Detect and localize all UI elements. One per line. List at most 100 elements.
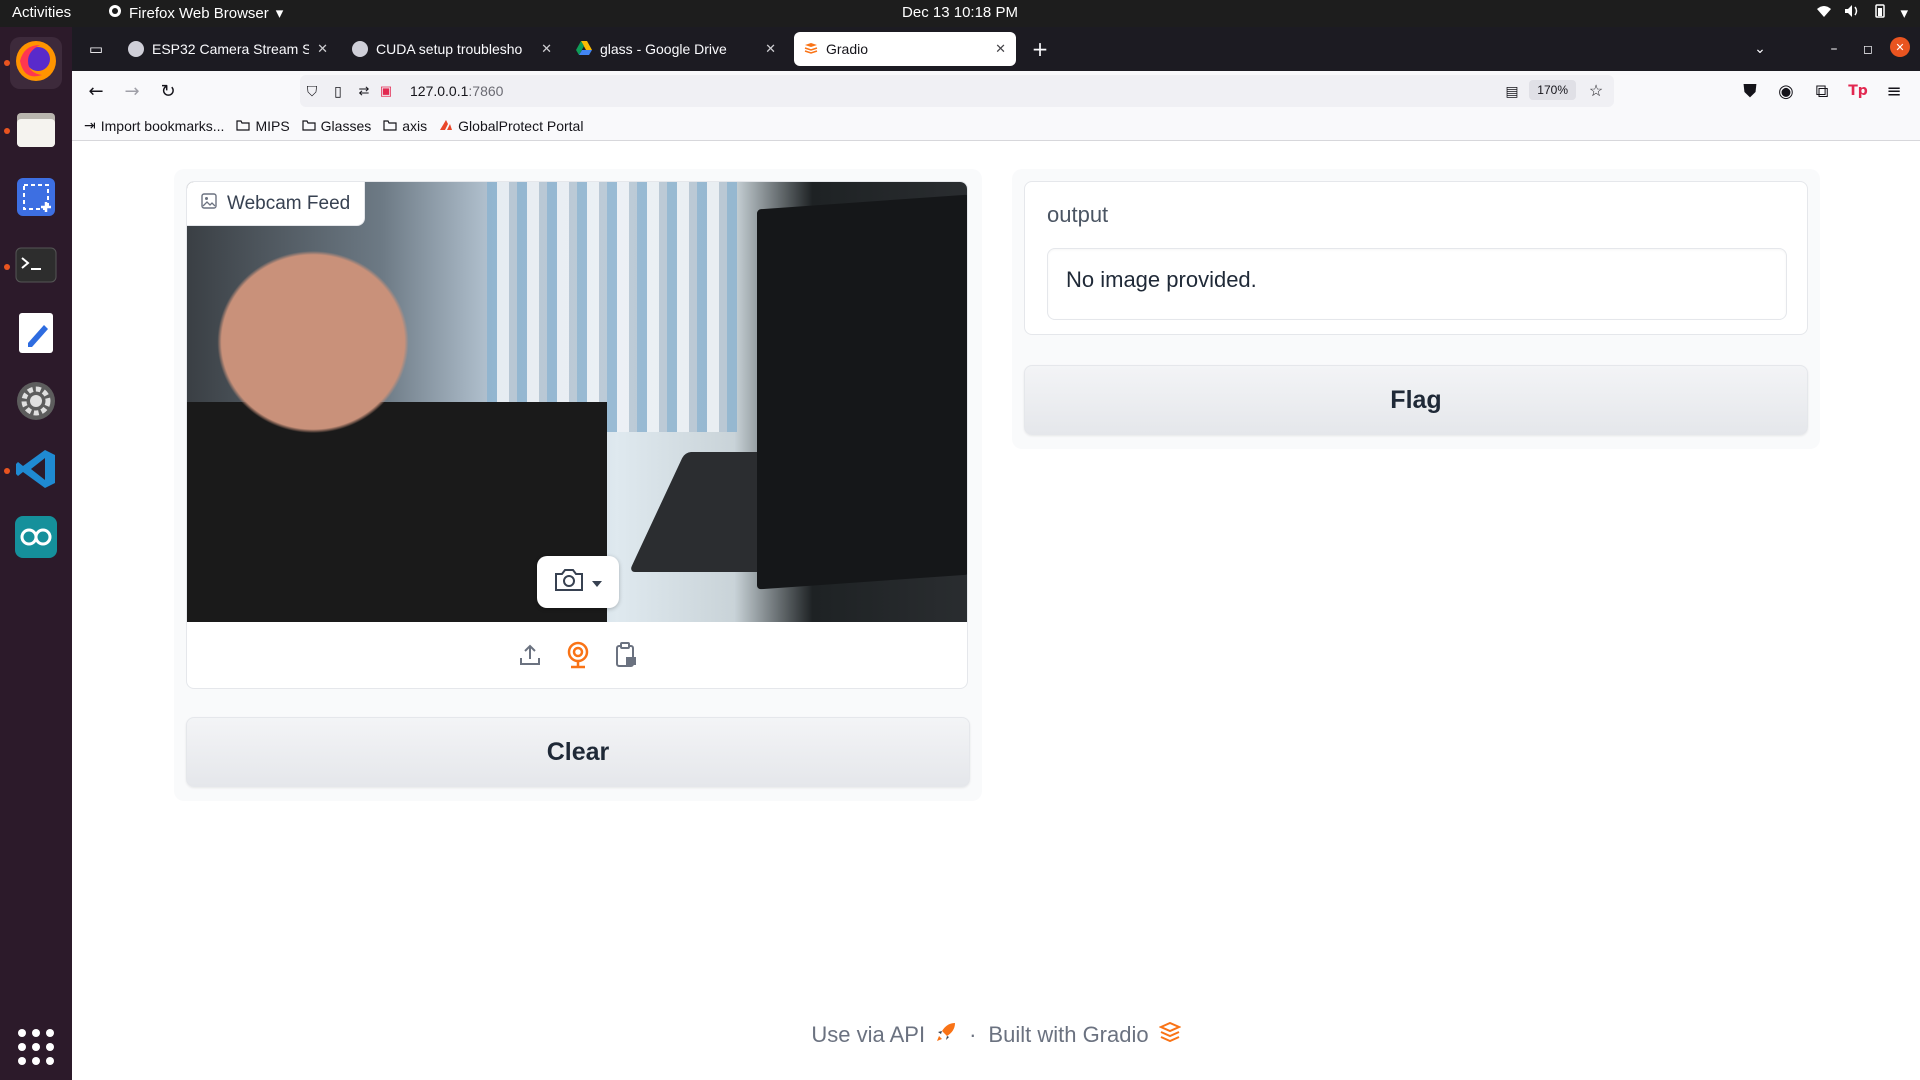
google-drive-icon — [576, 40, 592, 58]
close-window-icon[interactable]: ✕ — [1890, 37, 1910, 57]
list-tabs-icon[interactable]: ⌄ — [1748, 37, 1772, 61]
running-indicator — [4, 128, 10, 134]
system-top-bar: Activities Firefox Web Browser ▾ Dec 13 … — [0, 0, 1920, 27]
bookmark-star-icon[interactable]: ☆ — [1584, 79, 1608, 103]
clipboard-icon[interactable] — [612, 641, 640, 669]
capture-button[interactable] — [537, 556, 619, 608]
dock-arduino[interactable] — [10, 513, 62, 565]
close-icon[interactable]: ✕ — [317, 41, 328, 57]
output-textbox[interactable]: No image provided. — [1047, 248, 1787, 320]
footer: Use via API · Built with Gradio — [72, 1021, 1920, 1049]
app-menu-label: Firefox Web Browser — [129, 4, 269, 22]
monitor — [757, 194, 967, 590]
url-bar[interactable]: ⛉ ▯ ⇄ ▣ 127.0.0.1:7860 ▤ 170% ☆ — [300, 75, 1614, 107]
maximize-icon[interactable]: ◻ — [1856, 37, 1880, 61]
tab-title: Gradio — [826, 41, 869, 57]
new-tab-icon[interactable]: + — [1028, 37, 1052, 61]
app-menu[interactable]: Firefox Web Browser ▾ — [108, 4, 283, 22]
clear-button[interactable]: Clear — [186, 717, 970, 787]
image-icon — [201, 192, 217, 215]
use-via-api-link[interactable]: Use via API — [811, 1021, 957, 1049]
dock-firefox[interactable] — [10, 37, 62, 89]
source-selector — [187, 622, 967, 688]
permissions-icon[interactable]: ⇄ — [352, 79, 376, 103]
dock-settings[interactable] — [10, 377, 62, 429]
tab-title: CUDA setup troublesho — [376, 41, 523, 57]
gradio-page: Webcam Feed Clear output No image provid… — [72, 141, 1920, 1080]
bookmark-glasses[interactable]: Glasses — [302, 117, 372, 134]
bookmark-globalprotect[interactable]: GlobalProtect Portal — [439, 118, 583, 134]
webcam-icon[interactable] — [564, 641, 592, 669]
tab-cuda[interactable]: CUDA setup troublesho ✕ — [342, 32, 562, 66]
reload-icon[interactable]: ↻ — [156, 79, 180, 103]
terminal-icon — [15, 247, 57, 287]
chevron-down-icon[interactable] — [591, 573, 603, 592]
volume-icon — [1844, 4, 1860, 22]
webcam-image-block: Webcam Feed — [186, 181, 968, 689]
firefox-small-icon — [108, 4, 122, 22]
wifi-icon — [1816, 4, 1832, 22]
folder-icon — [236, 118, 251, 134]
arduino-icon — [14, 515, 58, 563]
close-icon[interactable]: ✕ — [765, 41, 776, 57]
bookmark-mips[interactable]: MIPS — [236, 117, 290, 134]
dock-screenshot[interactable] — [10, 173, 62, 225]
bookmark-axis[interactable]: axis — [383, 118, 427, 134]
back-icon[interactable]: ← — [84, 79, 108, 103]
camera-sharing-icon[interactable]: ▣ — [374, 79, 398, 103]
forward-icon[interactable]: → — [120, 79, 144, 103]
shield-icon[interactable]: ⛉ — [300, 79, 324, 103]
flag-button[interactable]: Flag — [1024, 365, 1808, 435]
settings-icon — [14, 379, 58, 427]
output-panel: output No image provided. Flag — [1012, 169, 1820, 449]
bookmark-label: Glasses — [320, 117, 372, 134]
clock[interactable]: Dec 13 10:18 PM — [902, 4, 1018, 21]
dock-text-editor[interactable] — [10, 309, 62, 361]
dock-vscode[interactable] — [10, 445, 62, 497]
reader-view-icon[interactable]: ▤ — [1500, 79, 1524, 103]
gradio-logo-icon — [804, 41, 818, 57]
bookmark-import[interactable]: ⇥ Import bookmarks... — [84, 117, 224, 134]
tab-gradio[interactable]: Gradio ✕ — [794, 32, 1016, 66]
dock-terminal[interactable] — [10, 241, 62, 293]
output-label: output — [1047, 202, 1109, 227]
folder-icon — [302, 118, 316, 134]
url-text: 127.0.0.1:7860 — [410, 83, 503, 99]
running-indicator — [4, 60, 10, 66]
bookmark-label: GlobalProtect Portal — [458, 117, 584, 134]
system-tray[interactable]: ▾ — [1816, 4, 1908, 22]
dock-files[interactable] — [10, 105, 62, 157]
bookmark-label: MIPS — [255, 117, 290, 134]
tab-esp32[interactable]: ESP32 Camera Stream S ✕ — [118, 32, 338, 66]
activities-button[interactable]: Activities — [12, 4, 71, 21]
url-host: 127.0.0.1 — [410, 83, 469, 99]
output-block: output No image provided. — [1024, 181, 1808, 335]
tab-bar: ▭ ESP32 Camera Stream S ✕ CUDA setup tro… — [72, 27, 1920, 71]
zoom-level[interactable]: 170% — [1529, 80, 1576, 100]
tab-google-drive[interactable]: glass - Google Drive ✕ — [566, 32, 786, 66]
folder-icon — [383, 118, 397, 134]
tab-overview-icon[interactable]: ▭ — [84, 37, 108, 61]
battery-icon — [1872, 4, 1888, 22]
built-with-text: Built with Gradio — [988, 1022, 1149, 1047]
power-menu-icon: ▾ — [1900, 5, 1908, 22]
running-indicator — [4, 264, 10, 270]
account-icon[interactable]: ◉ — [1774, 79, 1798, 103]
extension-tp-icon[interactable]: Tp — [1846, 79, 1870, 103]
import-icon: ⇥ — [84, 117, 96, 133]
built-with-gradio-link[interactable]: Built with Gradio — [988, 1021, 1182, 1048]
close-icon[interactable]: ✕ — [995, 41, 1006, 57]
show-apps-icon[interactable] — [18, 1029, 54, 1065]
menu-icon[interactable]: ≡ — [1882, 79, 1906, 103]
camera-icon — [553, 567, 585, 597]
chevron-down-icon: ▾ — [275, 5, 284, 22]
firefox-icon — [14, 39, 58, 87]
close-icon[interactable]: ✕ — [541, 41, 552, 57]
extensions-icon[interactable]: ⧉ — [1810, 79, 1834, 103]
upload-icon[interactable] — [516, 641, 544, 669]
minimize-icon[interactable]: – — [1822, 37, 1846, 61]
page-icon[interactable]: ▯ — [326, 79, 350, 103]
rocket-icon — [935, 1021, 957, 1049]
pocket-icon[interactable]: ⛊ — [1738, 79, 1762, 103]
tab-title: ESP32 Camera Stream S — [152, 41, 310, 57]
